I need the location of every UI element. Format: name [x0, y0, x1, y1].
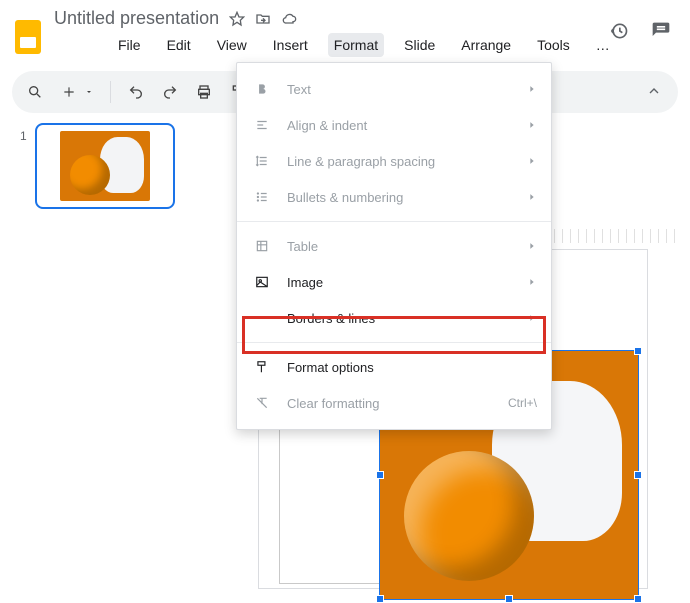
- history-icon[interactable]: [608, 20, 630, 42]
- menu-item-label: Text: [287, 82, 311, 97]
- search-icon[interactable]: [26, 83, 44, 101]
- menu-item-label: Line & paragraph spacing: [287, 154, 435, 169]
- menu-item-format-options[interactable]: Format options: [237, 349, 551, 385]
- menu-item-label: Align & indent: [287, 118, 367, 133]
- borders-icon: [253, 311, 271, 325]
- resize-handle[interactable]: [505, 595, 513, 603]
- undo-icon[interactable]: [127, 83, 145, 101]
- document-title[interactable]: Untitled presentation: [54, 8, 219, 29]
- line-spacing-icon: [253, 154, 271, 168]
- menu-separator: [237, 221, 551, 222]
- redo-icon[interactable]: [161, 83, 179, 101]
- chevron-down-icon[interactable]: [84, 83, 94, 101]
- resize-handle[interactable]: [634, 347, 642, 355]
- menu-shortcut: Ctrl+\: [508, 396, 537, 410]
- format-options-icon: [253, 360, 271, 374]
- bullets-icon: [253, 190, 271, 204]
- resize-handle[interactable]: [376, 471, 384, 479]
- move-icon[interactable]: [255, 11, 271, 27]
- star-icon[interactable]: [229, 11, 245, 27]
- menu-slide[interactable]: Slide: [398, 33, 441, 57]
- slide-thumbnail[interactable]: [35, 123, 175, 209]
- menu-item-clear-formatting: Clear formatting Ctrl+\: [237, 385, 551, 421]
- menu-insert[interactable]: Insert: [267, 33, 314, 57]
- bold-icon: [253, 82, 271, 96]
- divider: [110, 81, 111, 103]
- resize-handle[interactable]: [634, 471, 642, 479]
- menu-separator: [237, 342, 551, 343]
- submenu-arrow-icon: [527, 84, 537, 94]
- image-icon: [253, 275, 271, 289]
- menu-item-table: Table: [237, 228, 551, 264]
- menu-file[interactable]: File: [112, 33, 147, 57]
- menu-item-label: Table: [287, 239, 318, 254]
- menu-item-align-indent: Align & indent: [237, 107, 551, 143]
- menu-item-label: Image: [287, 275, 323, 290]
- submenu-arrow-icon: [527, 156, 537, 166]
- menu-item-borders-lines[interactable]: Borders & lines: [237, 300, 551, 336]
- resize-handle[interactable]: [376, 595, 384, 603]
- slide-number: 1: [20, 123, 27, 143]
- align-icon: [253, 118, 271, 132]
- resize-handle[interactable]: [634, 595, 642, 603]
- format-menu-dropdown: Text Align & indent Line & paragraph spaci…: [236, 62, 552, 430]
- menu-item-line-paragraph-spacing: Line & paragraph spacing: [237, 143, 551, 179]
- new-slide-button[interactable]: [60, 83, 78, 101]
- menu-item-label: Bullets & numbering: [287, 190, 403, 205]
- clear-icon: [253, 396, 271, 410]
- menu-item-text: Text: [237, 71, 551, 107]
- menu-item-label: Borders & lines: [287, 311, 375, 326]
- submenu-arrow-icon: [527, 192, 537, 202]
- slide-thumbnail-panel: 1: [20, 123, 200, 209]
- menu-item-bullets-numbering: Bullets & numbering: [237, 179, 551, 215]
- submenu-arrow-icon: [527, 241, 537, 251]
- app-logo: [12, 21, 44, 53]
- submenu-arrow-icon: [527, 277, 537, 287]
- menu-item-label: Clear formatting: [287, 396, 379, 411]
- menu-item-label: Format options: [287, 360, 374, 375]
- cloud-status-icon[interactable]: [281, 11, 297, 27]
- menu-arrange[interactable]: Arrange: [455, 33, 517, 57]
- menu-tools[interactable]: Tools: [531, 33, 576, 57]
- menu-item-image[interactable]: Image: [237, 264, 551, 300]
- menu-edit[interactable]: Edit: [161, 33, 197, 57]
- collapse-toolbar-icon[interactable]: [646, 83, 664, 101]
- submenu-arrow-icon: [527, 120, 537, 130]
- print-icon[interactable]: [195, 83, 213, 101]
- menu-view[interactable]: View: [211, 33, 253, 57]
- table-icon: [253, 239, 271, 253]
- comments-icon[interactable]: [650, 20, 672, 42]
- menu-format[interactable]: Format: [328, 33, 384, 57]
- submenu-arrow-icon: [527, 313, 537, 323]
